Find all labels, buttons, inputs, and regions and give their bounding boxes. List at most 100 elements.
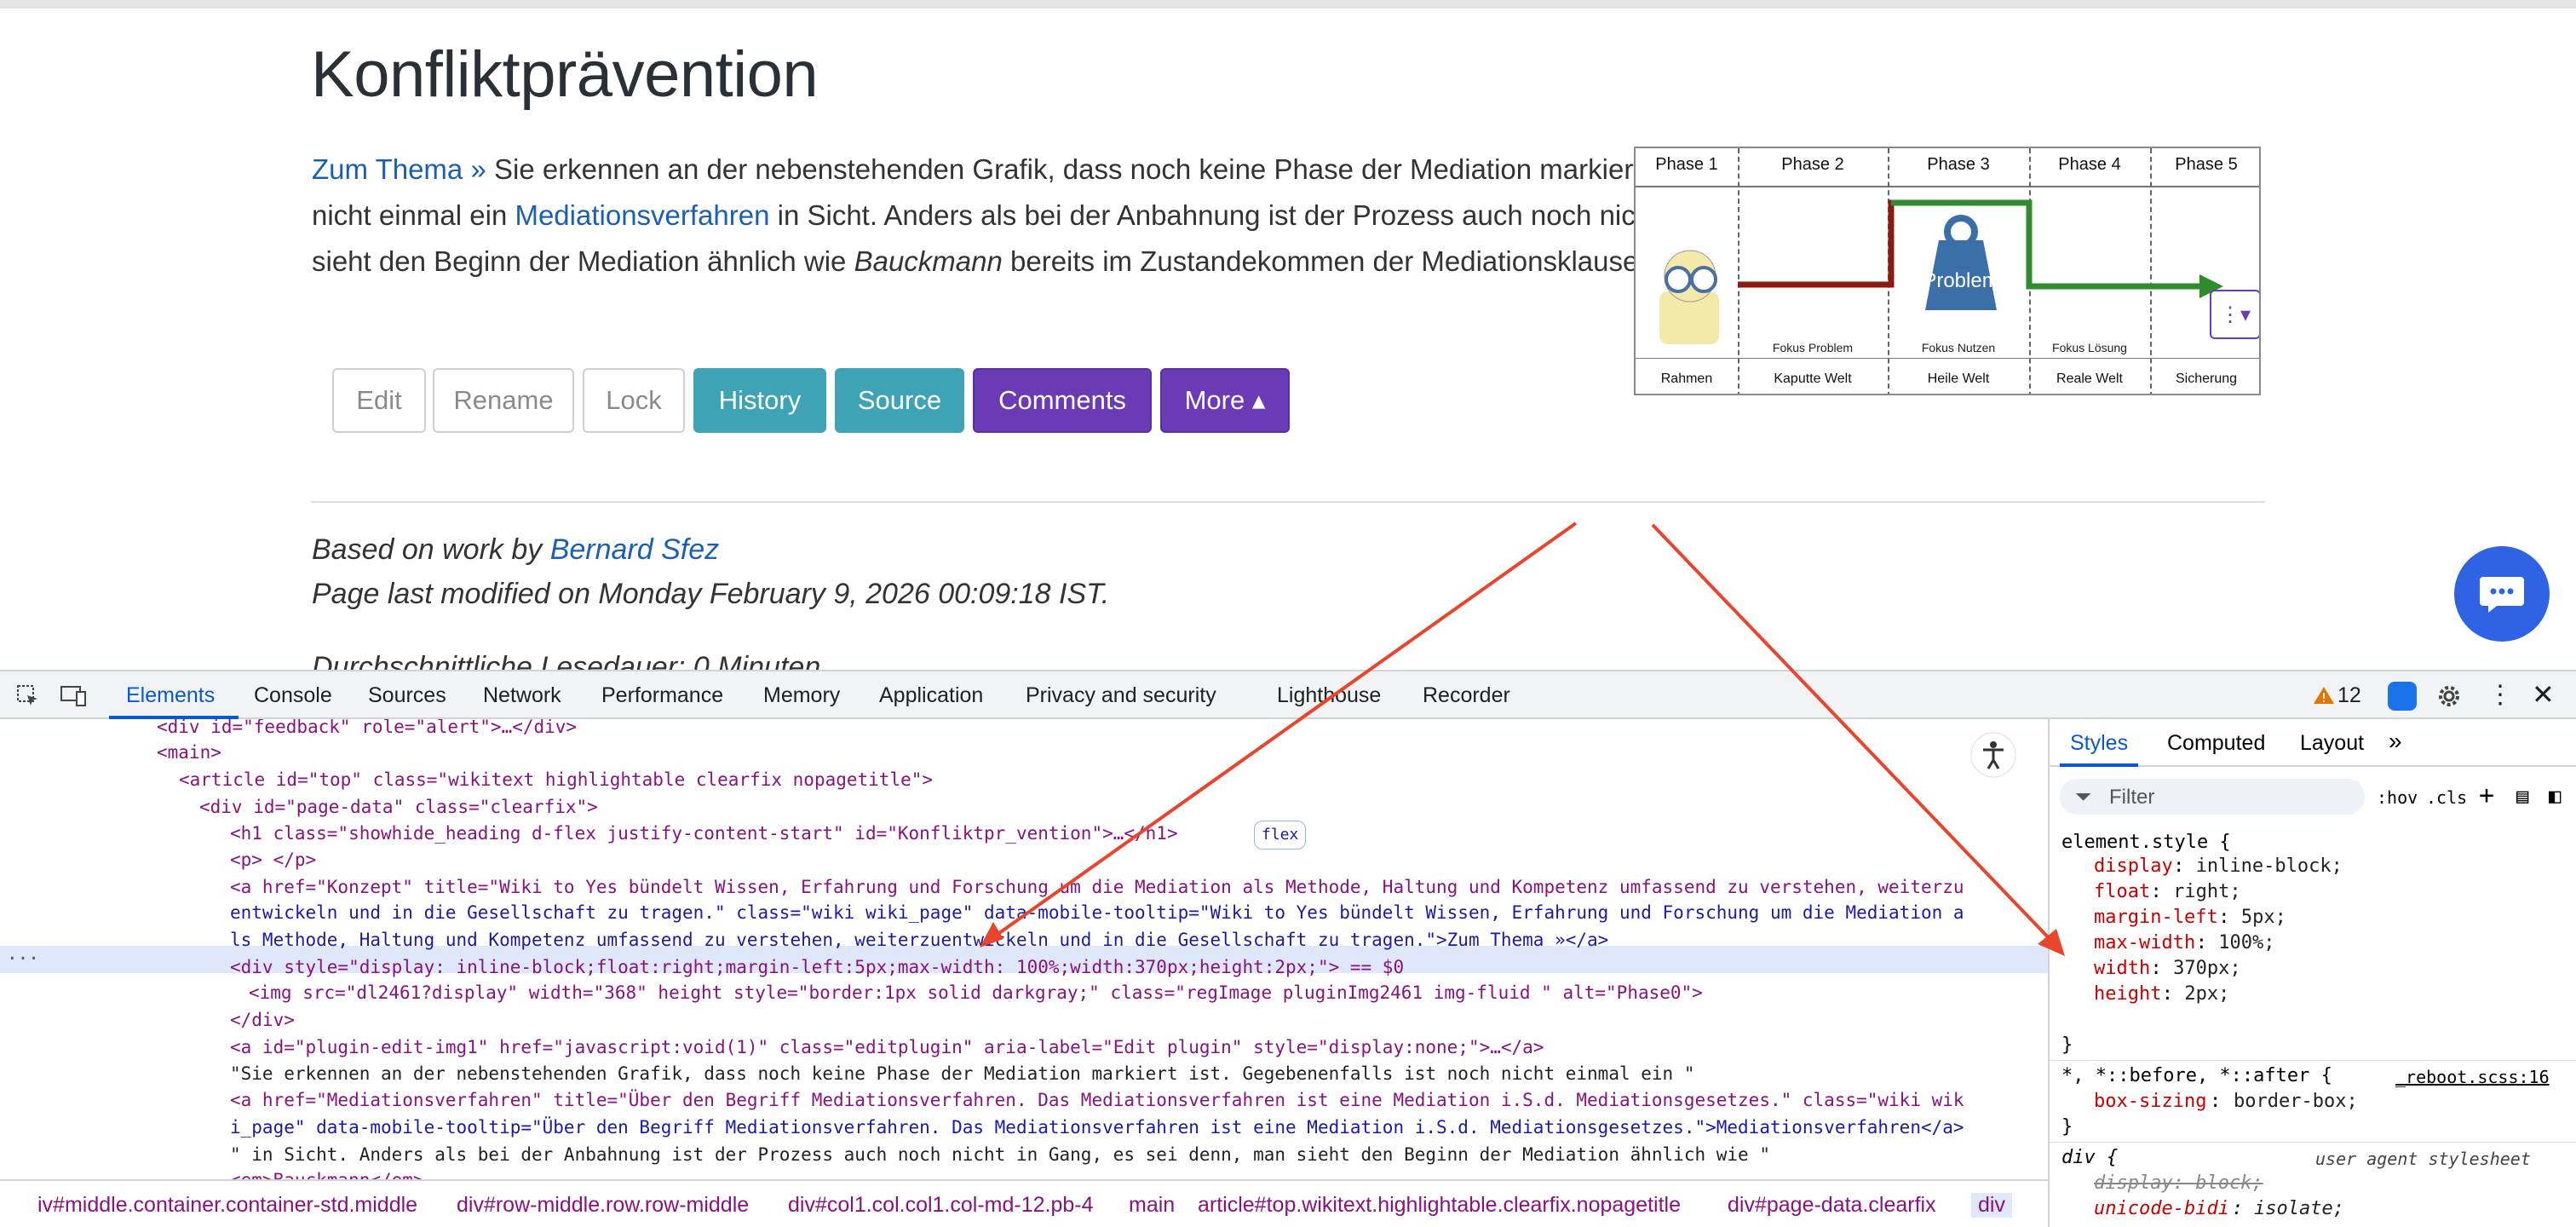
tab-sources[interactable]: Sources xyxy=(368,683,446,708)
inspect-element-icon[interactable] xyxy=(15,683,41,709)
breadcrumb-item[interactable]: main xyxy=(1129,1193,1175,1218)
tab-memory[interactable]: Memory xyxy=(763,683,840,708)
flex-badge[interactable]: flex xyxy=(1254,821,1307,850)
ua-selector: div { xyxy=(2061,1147,2119,1168)
lock-button[interactable]: Lock xyxy=(583,368,685,433)
tab-layout[interactable]: Layout xyxy=(2300,731,2364,756)
dom-line[interactable]: <h1 class="showhide_heading d-flex justi… xyxy=(230,821,1178,848)
rename-button[interactable]: Rename xyxy=(433,368,574,433)
dom-text-node[interactable]: " in Sicht. Anders als bei der Anbahnung… xyxy=(230,1142,1770,1169)
device-toolbar-icon[interactable] xyxy=(60,683,89,709)
ua-value[interactable]: isolate; xyxy=(2254,1198,2344,1219)
chat-button[interactable] xyxy=(2454,546,2550,642)
reboot-selector: *, *::before, *::after { xyxy=(2061,1065,2332,1086)
dom-line[interactable]: <a href="Mediationsverfahren" title="Übe… xyxy=(230,1087,1964,1115)
more-options-icon[interactable]: ⋮ xyxy=(2487,680,2513,710)
tab-computed[interactable]: Computed xyxy=(2167,731,2265,756)
breadcrumb-item[interactable]: iv#middle.container.container-std.middle xyxy=(37,1193,417,1218)
style-prop-value[interactable]: 2px; xyxy=(2184,983,2229,1005)
tab-recorder[interactable]: Recorder xyxy=(1423,683,1510,708)
warnings-count[interactable]: 12 xyxy=(2337,683,2361,708)
edit-button[interactable]: Edit xyxy=(332,368,426,433)
dom-line[interactable]: <div id="page-data" class="clearfix"> xyxy=(199,794,598,821)
filter-placeholder: Filter xyxy=(2109,786,2155,809)
style-prop-value[interactable]: 5px; xyxy=(2241,907,2286,928)
dom-line[interactable]: <main> xyxy=(157,740,221,767)
selected-dots[interactable]: ··· xyxy=(7,946,39,973)
cls-toggle[interactable]: .cls xyxy=(2426,787,2467,808)
style-prop-name[interactable]: max-width xyxy=(2094,932,2195,953)
tab-lighthouse[interactable]: Lighthouse xyxy=(1277,683,1381,708)
dom-line[interactable]: <a href="Konzept" title="Wiki to Yes bün… xyxy=(230,874,1964,902)
breadcrumb-item[interactable]: div#col1.col.col1.col-md-12.pb-4 xyxy=(788,1193,1094,1218)
ua-source: user agent stylesheet xyxy=(2315,1149,2531,1169)
hov-toggle[interactable]: :hov xyxy=(2377,787,2418,808)
breadcrumb-item[interactable]: div#row-middle.row.row-middle xyxy=(457,1193,749,1218)
dom-line[interactable]: <div id="feedback" role="alert">…</div> xyxy=(157,719,577,741)
style-prop-value[interactable]: right; xyxy=(2173,881,2240,902)
colon: : xyxy=(2210,1091,2222,1112)
reboot-value[interactable]: border-box; xyxy=(2234,1091,2358,1112)
breadcrumb-item-active[interactable]: div xyxy=(1971,1193,2012,1218)
dom-line[interactable]: <em>Bauckmann</em> xyxy=(230,1167,424,1179)
reboot-source-link[interactable]: _reboot.scss:16 xyxy=(2395,1067,2550,1087)
dom-line[interactable]: <article id="top" class="wikitext highli… xyxy=(179,767,933,794)
dom-line[interactable]: i_page" data-mobile-tooltip="Über den Be… xyxy=(230,1115,1964,1142)
ua-prop[interactable]: unicode-bidi xyxy=(2094,1198,2229,1219)
style-prop-name[interactable]: height xyxy=(2094,983,2161,1005)
source-button[interactable]: Source xyxy=(835,368,964,433)
styles-filter-input[interactable] xyxy=(2060,779,2365,815)
style-prop-value[interactable]: inline-block; xyxy=(2196,855,2343,877)
style-prop-name[interactable]: width xyxy=(2094,958,2150,979)
warning-icon[interactable] xyxy=(2313,685,2335,706)
accessibility-icon[interactable] xyxy=(1969,731,2017,779)
dom-line[interactable]: ls Methode, Haltung und Kompetenz umfass… xyxy=(230,927,1608,954)
breadcrumb-item[interactable]: article#top.wikitext.highlightable.clear… xyxy=(1198,1193,1681,1218)
author-link[interactable]: Bernard Sfez xyxy=(550,533,719,566)
tab-performance[interactable]: Performance xyxy=(601,683,723,708)
devtools-sync-icon[interactable] xyxy=(2388,682,2417,711)
ua-prop-overridden[interactable]: display: block; xyxy=(2094,1172,2263,1194)
tab-privacy-security[interactable]: Privacy and security xyxy=(1026,683,1216,708)
more-button[interactable]: More ▴ xyxy=(1160,368,1290,433)
dom-text-node[interactable]: "Sie erkennen an der nebenstehenden Graf… xyxy=(230,1061,1694,1088)
tab-elements[interactable]: Elements xyxy=(126,683,215,708)
phase-footer-1: Rahmen xyxy=(1660,372,1713,386)
tab-application[interactable]: Application xyxy=(879,683,983,708)
reboot-prop[interactable]: box-sizing xyxy=(2094,1091,2206,1112)
tab-console[interactable]: Console xyxy=(254,683,332,708)
dom-line[interactable]: </div> xyxy=(230,1007,295,1034)
settings-gear-icon[interactable] xyxy=(2436,683,2462,709)
history-button[interactable]: History xyxy=(693,368,826,433)
devtools-panel: Elements Console Sources Network Perform… xyxy=(0,670,2576,1227)
comments-button[interactable]: Comments xyxy=(973,368,1152,433)
sidebar-toggle-icon[interactable]: ◧ xyxy=(2549,784,2561,808)
style-prop-name[interactable]: float xyxy=(2094,881,2150,902)
breadcrumb: iv#middle.container.container-std.middle… xyxy=(0,1179,2048,1227)
tab-network[interactable]: Network xyxy=(483,683,561,708)
dom-line[interactable]: <p> </p> xyxy=(230,847,316,874)
focus-1: Fokus Problem xyxy=(1772,341,1854,354)
tab-styles[interactable]: Styles xyxy=(2070,731,2128,756)
mediationsverfahren-link[interactable]: Mediationsverfahren xyxy=(515,199,769,231)
style-prop-name[interactable]: display xyxy=(2094,855,2173,877)
edit-plugin-menu-icon[interactable]: ⋮▾ xyxy=(2210,290,2259,339)
colon: : xyxy=(2195,932,2207,953)
styles-pane: Styles Computed Layout » ⏷ Filter :hov .… xyxy=(2048,719,2576,1227)
breadcrumb-item[interactable]: div#page-data.clearfix xyxy=(1728,1193,1936,1218)
rule-divider xyxy=(2050,1142,2576,1143)
dom-line[interactable]: entwickeln und in die Gesellschaft zu tr… xyxy=(230,900,1964,927)
add-rule-icon[interactable]: + xyxy=(2479,781,2494,810)
style-prop-name[interactable]: margin-left xyxy=(2094,907,2218,928)
close-devtools-icon[interactable]: ✕ xyxy=(2532,678,2555,711)
dom-line[interactable]: <img src="dl2461?display" width="368" he… xyxy=(249,980,1703,1007)
more-tabs-icon[interactable]: » xyxy=(2389,728,2402,755)
style-prop-value[interactable]: 100%; xyxy=(2218,932,2274,953)
zum-thema-link[interactable]: Zum Thema » xyxy=(312,153,486,185)
dom-line-selected[interactable]: <div style="display: inline-block;float:… xyxy=(230,954,1404,982)
elements-tree[interactable]: ··· <div id="feedback" role="alert">…</d… xyxy=(0,719,2048,1179)
paint-icon[interactable]: ▤ xyxy=(2516,784,2528,808)
phase-graphic[interactable]: Phase 1 Phase 2 Phase 3 Phase 4 Phase 5 … xyxy=(1634,147,2261,395)
dom-line[interactable]: <a id="plugin-edit-img1" href="javascrip… xyxy=(230,1034,1544,1062)
style-prop-value[interactable]: 370px; xyxy=(2173,958,2240,979)
